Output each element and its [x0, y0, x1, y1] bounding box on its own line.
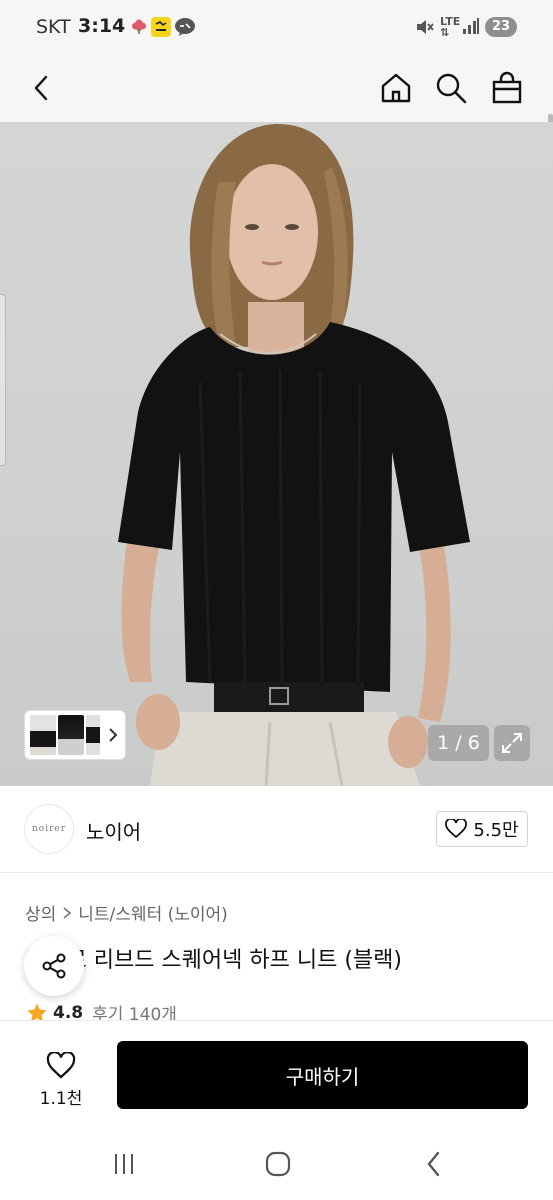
product-image[interactable]: 1 / 6: [0, 122, 553, 786]
breadcrumb-item-subcategory[interactable]: 니트/스웨터 (노이어): [78, 900, 228, 925]
home-icon: [381, 73, 411, 103]
battery-badge: 23: [485, 17, 517, 37]
back-system-button[interactable]: [414, 1148, 454, 1180]
share-button[interactable]: [24, 936, 84, 996]
back-button[interactable]: [20, 66, 64, 110]
status-bar: SKT 3:14 LTE ⇅ 23: [0, 0, 553, 56]
heart-icon: [445, 819, 468, 839]
heart-icon: [46, 1051, 76, 1078]
talk-notification-icon: [174, 17, 196, 41]
brand-logo[interactable]: noirer: [24, 804, 74, 854]
brand-like-count: 5.5만: [473, 820, 519, 841]
clock: 3:14: [78, 15, 126, 37]
flower-notification-icon: [130, 17, 148, 39]
expand-icon: [502, 733, 522, 753]
home-system-button[interactable]: [258, 1148, 298, 1180]
carrier-label: SKT: [36, 16, 71, 38]
share-icon: [42, 953, 66, 979]
shopping-bag-icon: [492, 71, 522, 104]
model-photo: [118, 123, 470, 786]
buy-button[interactable]: 구매하기: [117, 1041, 528, 1109]
signal-icon: [462, 17, 480, 39]
expand-button[interactable]: [494, 725, 530, 761]
thumbnail-1[interactable]: [30, 715, 56, 755]
search-icon: [436, 73, 467, 104]
breadcrumb-item-category[interactable]: 상의: [25, 900, 56, 925]
brand-name[interactable]: 노이어: [86, 816, 141, 845]
recent-apps-icon: [115, 1154, 133, 1174]
bottom-action-bar: 1.1천 구매하기: [0, 1020, 553, 1132]
mute-icon: [414, 17, 434, 41]
home-circle-icon: [265, 1151, 291, 1177]
chevron-right-icon: [63, 906, 72, 919]
thumbnail-3[interactable]: [86, 715, 100, 755]
back-icon: [427, 1151, 440, 1177]
system-navigation-bar: [0, 1132, 553, 1200]
chevron-left-icon: [34, 75, 48, 101]
thumbnail-2[interactable]: [58, 715, 84, 755]
home-button[interactable]: [374, 66, 418, 110]
wishlist-button[interactable]: 1.1천: [26, 1045, 96, 1115]
chevron-right-icon: [109, 728, 118, 742]
edge-panel-handle[interactable]: [0, 294, 6, 466]
divider: [0, 872, 553, 873]
top-nav: [0, 56, 553, 162]
app-notification-icon: [151, 17, 171, 41]
thumbnail-strip[interactable]: [24, 710, 126, 760]
brand-like-button[interactable]: 5.5만: [436, 811, 528, 847]
recent-apps-button[interactable]: [104, 1148, 144, 1180]
cart-button[interactable]: [485, 66, 529, 110]
breadcrumb: 상의 니트/스웨터 (노이어): [25, 900, 228, 925]
lte-icon: LTE ⇅: [440, 15, 461, 39]
search-button[interactable]: [429, 66, 473, 110]
image-counter: 1 / 6: [428, 725, 489, 761]
brand-logo-text: noirer: [31, 824, 67, 834]
wishlist-count: 1.1천: [39, 1088, 83, 1109]
